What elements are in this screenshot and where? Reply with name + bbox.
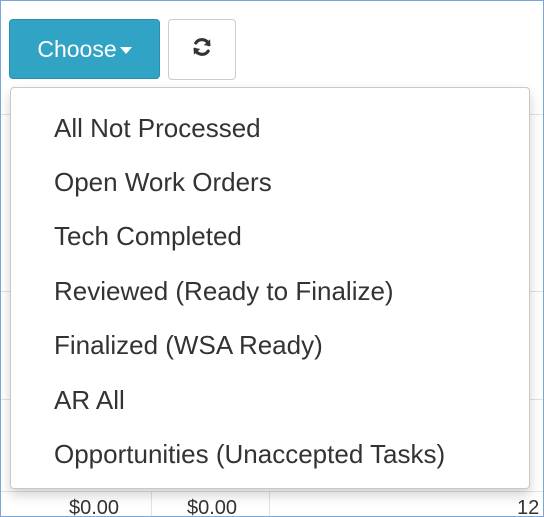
menu-item-ar-all[interactable]: AR All: [12, 373, 528, 427]
table-row[interactable]: $0.00 $0.00 12: [1, 489, 543, 517]
table-cell: $0.00: [69, 497, 120, 517]
menu-item-open-work-orders[interactable]: Open Work Orders: [12, 155, 528, 209]
choose-dropdown-menu: All Not Processed Open Work Orders Tech …: [10, 87, 530, 489]
menu-item-finalized[interactable]: Finalized (WSA Ready): [12, 318, 528, 372]
refresh-button[interactable]: [168, 19, 236, 80]
menu-item-opportunities[interactable]: Opportunities (Unaccepted Tasks): [12, 427, 528, 481]
menu-item-all-not-processed[interactable]: All Not Processed: [12, 101, 528, 155]
table-cell: $0.00: [187, 497, 238, 517]
window-frame: $0.00 $0.00 12 Choose All Not Processed …: [0, 0, 544, 517]
refresh-icon: [191, 36, 213, 63]
caret-down-icon: [119, 47, 132, 54]
choose-button-label: Choose: [37, 35, 117, 62]
menu-item-reviewed[interactable]: Reviewed (Ready to Finalize): [12, 264, 528, 318]
menu-item-tech-completed[interactable]: Tech Completed: [12, 209, 528, 263]
choose-button[interactable]: Choose: [9, 19, 160, 79]
table-cell: 12: [517, 497, 540, 517]
